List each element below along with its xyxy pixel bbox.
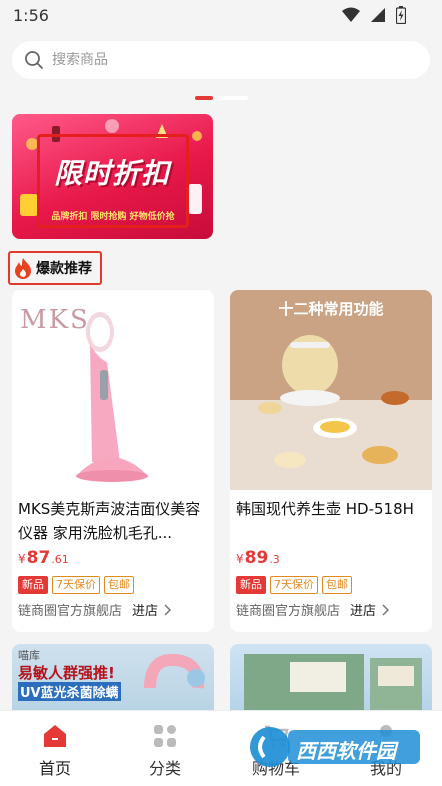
image-title: 十二种常用功能 — [278, 300, 384, 318]
status-time: 1:56 — [13, 6, 49, 25]
product-price: ¥ 87 .61 — [18, 548, 69, 568]
banner-subtitle: 品牌折扣 限时抢购 好物低价抢 — [51, 212, 175, 222]
tab-label: 分类 — [148, 759, 181, 778]
tag-price-protect: 7天保价 — [52, 576, 100, 594]
flame-icon — [15, 258, 31, 279]
battery-icon — [396, 6, 406, 24]
product-image — [144, 653, 205, 689]
tag-new: 新品 — [18, 576, 48, 594]
enter-store-link[interactable]: 进店 — [132, 600, 158, 619]
price-integer: 89 — [244, 548, 269, 568]
product-tags: 新品 7天保价 包邮 — [236, 576, 352, 594]
product-card[interactable]: MKS MKS美克斯声波洁面仪美容仪器 家用洗脸机毛孔... ¥ 87 .61 … — [12, 290, 214, 632]
status-bar: 1:56 — [0, 0, 442, 32]
tag-free-shipping: 包邮 — [104, 576, 134, 594]
promo-subline: UV蓝光杀菌除螨 — [18, 682, 121, 701]
price-integer: 87 — [26, 548, 51, 568]
price-symbol: ¥ — [236, 552, 244, 566]
category-icon — [154, 725, 176, 747]
store-row[interactable]: 链商圈官方旗舰店 进店 — [236, 600, 392, 619]
product-name[interactable]: MKS美克斯声波洁面仪美容仪器 家用洗脸机毛孔... — [18, 497, 210, 545]
signal-icon — [371, 8, 385, 22]
section-title: 爆款推荐 — [8, 251, 102, 285]
tag-free-shipping: 包邮 — [322, 576, 352, 594]
product-card-partial[interactable]: 喵库 易敏人群强推! UV蓝光杀菌除螨 — [12, 644, 214, 714]
watermark-text: 西西软件园 — [296, 739, 396, 763]
product-price: ¥ 89 .3 — [236, 548, 280, 568]
product-image — [244, 654, 422, 714]
search-icon — [25, 51, 43, 69]
enter-store-link[interactable]: 进店 — [350, 600, 376, 619]
tab-home[interactable]: 首页 — [0, 711, 110, 786]
product-tags: 新品 7天保价 包邮 — [18, 576, 134, 594]
price-decimal: .3 — [269, 553, 280, 566]
tag-price-protect: 7天保价 — [270, 576, 318, 594]
price-symbol: ¥ — [18, 552, 26, 566]
status-icons — [342, 6, 406, 24]
wifi-icon — [342, 7, 360, 22]
brand-label: 喵库 — [18, 649, 40, 662]
search-input[interactable] — [52, 52, 392, 68]
promo-banner[interactable]: 限时折扣 品牌折扣 限时抢购 好物低价抢 — [12, 114, 213, 239]
promo-headline: 易敏人群强推! — [18, 664, 115, 682]
store-name: 链商圈官方旗舰店 — [236, 604, 341, 619]
store-name: 链商圈官方旗舰店 — [18, 604, 123, 619]
carousel-indicator-active[interactable] — [195, 96, 213, 100]
tab-category[interactable]: 分类 — [110, 711, 220, 786]
carousel-indicator[interactable] — [218, 96, 248, 100]
price-decimal: .61 — [51, 553, 69, 566]
product-card-partial[interactable] — [230, 644, 432, 714]
product-image — [230, 290, 432, 490]
svg-text:MKS: MKS — [20, 305, 90, 335]
watermark: 西西软件园 — [242, 722, 424, 772]
chevron-right-icon — [382, 603, 390, 616]
tag-new: 新品 — [236, 576, 266, 594]
search-bar[interactable] — [12, 41, 430, 79]
chevron-right-icon — [164, 603, 172, 616]
tab-label: 首页 — [38, 759, 71, 778]
home-icon — [44, 725, 66, 747]
section-title-label: 爆款推荐 — [36, 261, 92, 277]
product-image: MKS — [12, 290, 214, 490]
store-row[interactable]: 链商圈官方旗舰店 进店 — [18, 600, 174, 619]
banner-title: 限时折扣 — [53, 157, 170, 190]
product-name[interactable]: 韩国现代养生壶 HD-518H — [236, 497, 428, 521]
product-card[interactable]: 十二种常用功能 韩国现代养生壶 HD-518H ¥ 89 .3 新品 7天保价 … — [230, 290, 432, 632]
